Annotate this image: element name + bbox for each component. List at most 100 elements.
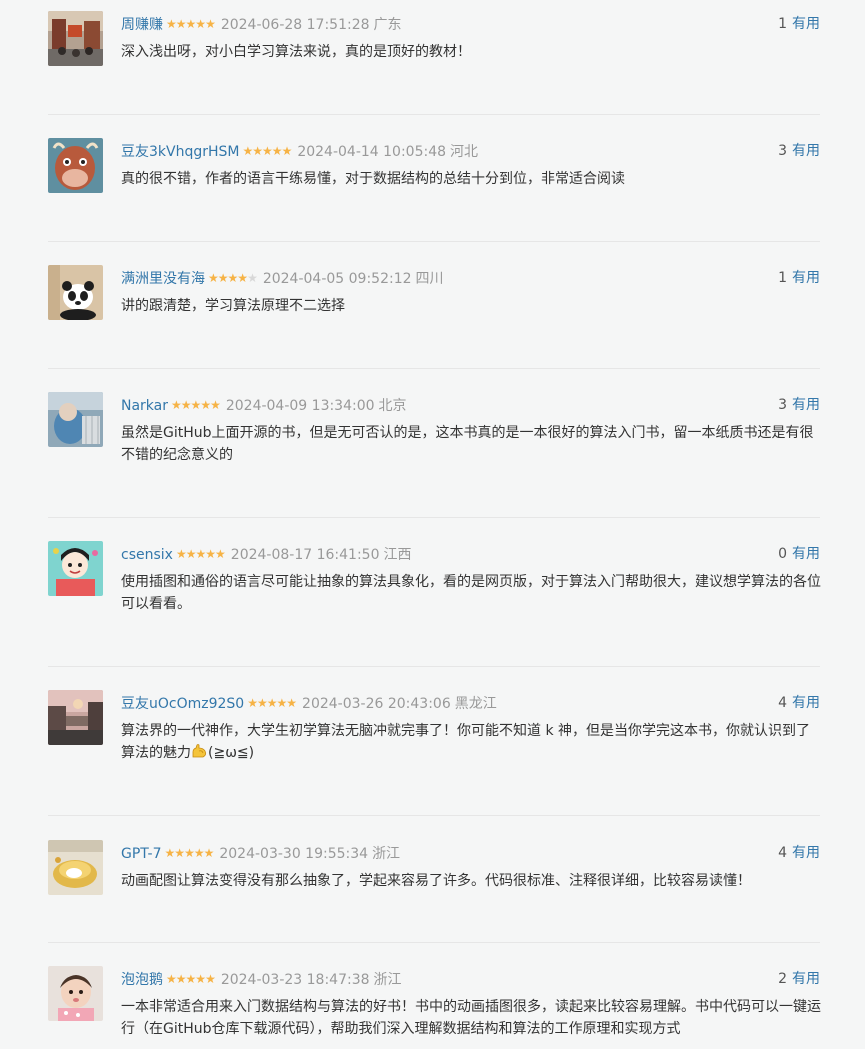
- username-link[interactable]: 满洲里没有海: [121, 271, 205, 287]
- star-filled-icon: ★: [185, 972, 197, 986]
- street-photo-avatar[interactable]: [48, 11, 103, 66]
- useful-label: 有用: [792, 397, 820, 413]
- review-content: 虽然是GitHub上面开源的书，但是无可否认的是，这本书真的是一本很好的算法入门…: [121, 425, 814, 463]
- review-content: 一本非常适合用来入门数据结构与算法的好书！书中的动画插图很多，读起来比较容易理解…: [121, 999, 821, 1037]
- review-meta: 周赚赚 ★★★★★ 2024-06-28 17:51:28 广东: [121, 13, 402, 35]
- cartoon-cow-avatar[interactable]: [48, 138, 103, 193]
- useful-label: 有用: [792, 270, 820, 286]
- review-meta: 泡泡鹅 ★★★★★ 2024-03-23 18:47:38 浙江: [121, 968, 402, 990]
- star-rating: ★★★★★: [171, 394, 221, 416]
- star-filled-icon: ★: [166, 17, 177, 31]
- flexed-biceps-icon: [192, 744, 207, 758]
- review-meta: csensix ★★★★★ 2024-08-17 16:41:50 江西: [121, 543, 411, 565]
- review-meta: 豆友3kVhqgrHSM ★★★★★ 2024-04-14 10:05:48 河北: [121, 140, 478, 162]
- star-rating: ★★★★★: [164, 842, 215, 864]
- star-filled-icon: ★: [184, 846, 195, 860]
- useful-count: 1: [778, 16, 787, 32]
- useful-count: 1: [778, 270, 787, 286]
- star-rating: ★★★★★: [175, 543, 226, 565]
- star-filled-icon: ★: [215, 547, 226, 561]
- username-link[interactable]: Narkar: [121, 398, 168, 414]
- star-empty-icon: ★: [247, 271, 258, 285]
- review-location: 广东: [373, 17, 402, 33]
- star-filled-icon: ★: [252, 144, 263, 158]
- review-meta: 豆友uOcOmz92S0 ★★★★★ 2024-03-26 20:43:06 黑龙江: [121, 692, 497, 714]
- star-filled-icon: ★: [217, 271, 229, 285]
- useful-vote-button[interactable]: 1 有用: [778, 13, 820, 35]
- star-rating: ★★★★★: [242, 140, 293, 162]
- review-meta: Narkar ★★★★★ 2024-04-09 13:34:00 北京: [121, 394, 407, 416]
- username-link[interactable]: 豆友3kVhqgrHSM: [121, 144, 240, 160]
- star-rating: ★★★★★: [208, 267, 258, 289]
- star-filled-icon: ★: [195, 972, 206, 986]
- username-link[interactable]: 豆友uOcOmz92S0: [121, 696, 244, 712]
- divider: [48, 942, 820, 943]
- star-filled-icon: ★: [262, 144, 273, 158]
- review-content: 算法界的一代神作，大学生初学算法无脑冲就完事了！你可能不知道 k 神，但是当你学…: [121, 720, 821, 764]
- star-filled-icon: ★: [164, 846, 176, 860]
- baby-photo-avatar[interactable]: [48, 966, 103, 1021]
- star-filled-icon: ★: [195, 547, 206, 561]
- star-filled-icon: ★: [256, 696, 268, 710]
- star-filled-icon: ★: [195, 17, 206, 31]
- cartoon-girl-avatar[interactable]: [48, 541, 103, 596]
- useful-label: 有用: [792, 695, 820, 711]
- star-filled-icon: ★: [193, 846, 205, 860]
- useful-vote-button[interactable]: 4 有用: [778, 842, 820, 864]
- star-filled-icon: ★: [205, 972, 216, 986]
- review-location: 黑龙江: [454, 696, 497, 712]
- review-time: 2024-03-26 20:43:06: [302, 696, 451, 712]
- useful-vote-button[interactable]: 3 有用: [778, 394, 820, 416]
- review-time: 2024-08-17 16:41:50: [230, 547, 380, 563]
- star-filled-icon: ★: [208, 271, 219, 285]
- star-filled-icon: ★: [227, 271, 239, 285]
- username-link[interactable]: 周赚赚: [121, 17, 163, 33]
- star-filled-icon: ★: [205, 17, 216, 31]
- star-filled-icon: ★: [237, 271, 248, 285]
- star-filled-icon: ★: [205, 547, 216, 561]
- useful-count: 3: [778, 143, 787, 159]
- username-link[interactable]: 泡泡鹅: [121, 972, 163, 988]
- useful-vote-button[interactable]: 1 有用: [778, 267, 820, 289]
- useful-count: 4: [778, 845, 787, 861]
- review-time: 2024-04-09 13:34:00: [225, 398, 375, 414]
- useful-vote-button[interactable]: 2 有用: [778, 968, 820, 990]
- review-location: 四川: [415, 271, 444, 287]
- sunset-street-avatar[interactable]: [48, 690, 103, 745]
- useful-vote-button[interactable]: 3 有用: [778, 140, 820, 162]
- star-filled-icon: ★: [175, 547, 187, 561]
- star-filled-icon: ★: [190, 398, 202, 412]
- blue-photo-avatar[interactable]: [48, 392, 103, 447]
- star-filled-icon: ★: [276, 696, 288, 710]
- panda-avatar[interactable]: [48, 265, 103, 320]
- star-filled-icon: ★: [210, 398, 221, 412]
- star-filled-icon: ★: [242, 144, 254, 158]
- review-location: 河北: [450, 144, 479, 160]
- divider: [48, 666, 820, 667]
- star-filled-icon: ★: [286, 696, 297, 710]
- star-filled-icon: ★: [174, 846, 185, 860]
- review-location: 北京: [378, 398, 407, 414]
- star-rating: ★★★★★: [247, 692, 297, 714]
- divider: [48, 815, 820, 816]
- useful-vote-button[interactable]: 4 有用: [778, 692, 820, 714]
- gold-object-avatar[interactable]: [48, 840, 103, 895]
- review-location: 浙江: [373, 972, 402, 988]
- useful-label: 有用: [792, 845, 820, 861]
- review-content: 讲的跟清楚，学习算法原理不二选择: [121, 298, 345, 314]
- star-filled-icon: ★: [166, 972, 177, 986]
- useful-vote-button[interactable]: 0 有用: [778, 543, 820, 565]
- star-filled-icon: ★: [247, 696, 258, 710]
- review-time: 2024-03-23 18:47:38: [220, 972, 370, 988]
- username-link[interactable]: GPT-7: [121, 846, 162, 862]
- useful-label: 有用: [792, 143, 820, 159]
- review-location: 江西: [383, 547, 412, 563]
- username-link[interactable]: csensix: [121, 547, 173, 563]
- useful-label: 有用: [792, 16, 820, 32]
- review-time: 2024-04-05 09:52:12: [262, 271, 412, 287]
- review-list: 周赚赚 ★★★★★ 2024-06-28 17:51:28 广东 1 有用 深入浅出呀，…: [0, 0, 865, 1049]
- divider: [48, 517, 820, 518]
- star-filled-icon: ★: [185, 17, 197, 31]
- review-content: 深入浅出呀，对小白学习算法来说，真的是顶好的教材！: [121, 44, 471, 60]
- star-filled-icon: ★: [180, 398, 192, 412]
